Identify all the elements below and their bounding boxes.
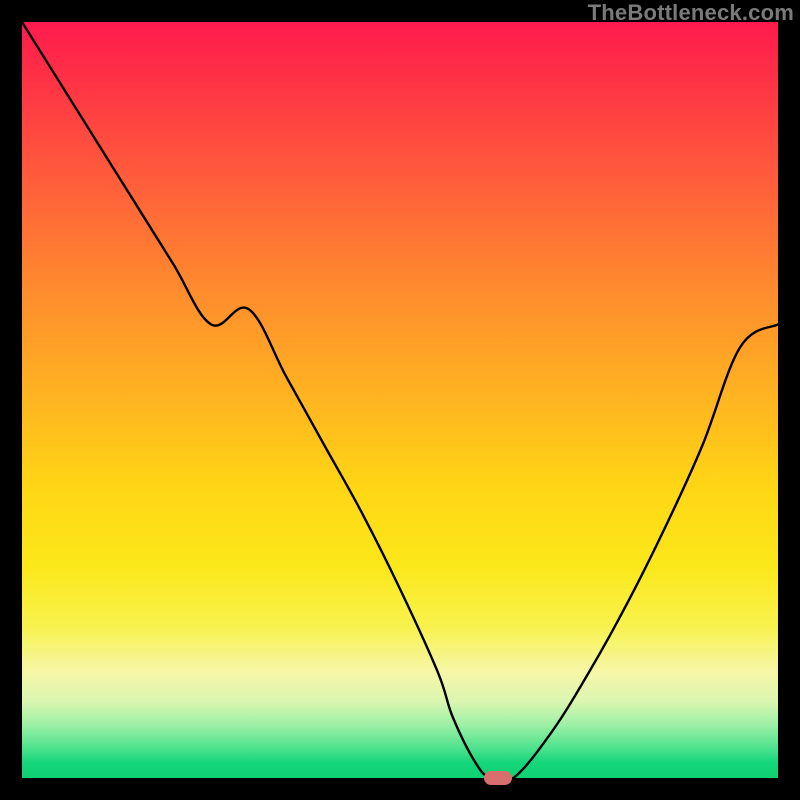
- plot-area: [22, 22, 778, 778]
- chart-frame: TheBottleneck.com: [0, 0, 800, 800]
- optimal-marker: [484, 771, 512, 785]
- bottleneck-curve: [22, 22, 778, 778]
